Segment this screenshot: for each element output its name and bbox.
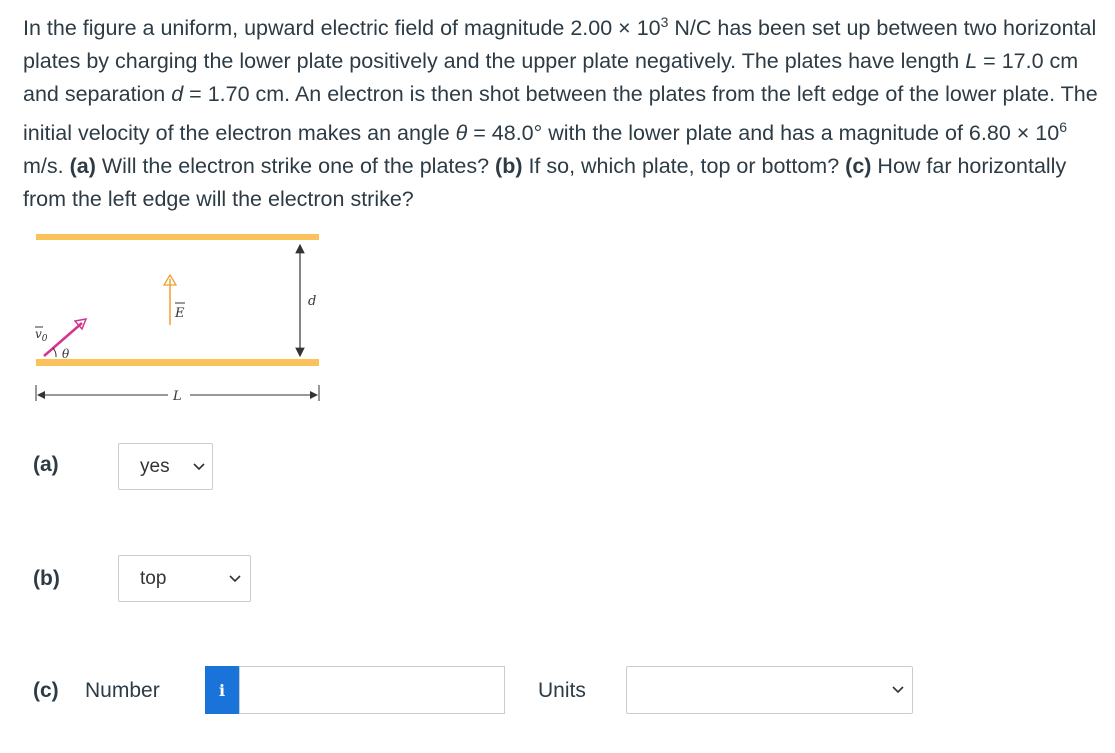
question-c-label: (c) (845, 154, 872, 179)
units-select[interactable] (626, 666, 913, 714)
velocity-label: v0 (35, 327, 48, 344)
velocity-exponent: 6 (1059, 119, 1067, 136)
variable-d: d (171, 82, 184, 107)
capacitor-figure: d E θ v0 L (35, 234, 320, 404)
chevron-down-icon (193, 462, 205, 470)
angle-label: θ (62, 347, 70, 361)
upper-plate (36, 234, 319, 240)
chevron-down-icon (892, 686, 904, 694)
answer-b-label: (b) (33, 567, 60, 590)
units-label: Units (538, 679, 586, 702)
question-b-label: (b) (495, 154, 523, 179)
problem-text: m/s. (23, 154, 70, 179)
question-a-label: (a) (69, 154, 96, 179)
separation-label: d (308, 294, 316, 309)
angle-arc (52, 347, 57, 358)
variable-L: L (965, 49, 978, 74)
number-label: Number (85, 679, 160, 702)
length-label: L (172, 389, 182, 404)
answer-a-select[interactable]: yes (118, 443, 213, 490)
problem-statement: In the figure a uniform, upward electric… (23, 6, 1098, 216)
number-input[interactable] (239, 666, 505, 714)
answer-a-label: (a) (33, 453, 59, 476)
question-a-text: Will the electron strike one of the plat… (95, 154, 496, 179)
problem-text: = 48.0° with the lower plate and has a m… (467, 121, 1060, 146)
info-icon[interactable]: i (205, 666, 239, 714)
answer-b-selected-value: top (140, 567, 167, 589)
answer-b-select[interactable]: top (118, 555, 251, 602)
chevron-down-icon (229, 574, 241, 582)
variable-theta: θ (455, 121, 468, 146)
answer-c-label: (c) (33, 679, 59, 702)
answer-a-selected-value: yes (140, 455, 170, 477)
lower-plate (36, 359, 319, 366)
field-label: E (174, 306, 185, 321)
question-b-text: If so, which plate, top or bottom? (522, 154, 846, 179)
problem-text: In the figure a uniform, upward electric… (23, 16, 661, 41)
